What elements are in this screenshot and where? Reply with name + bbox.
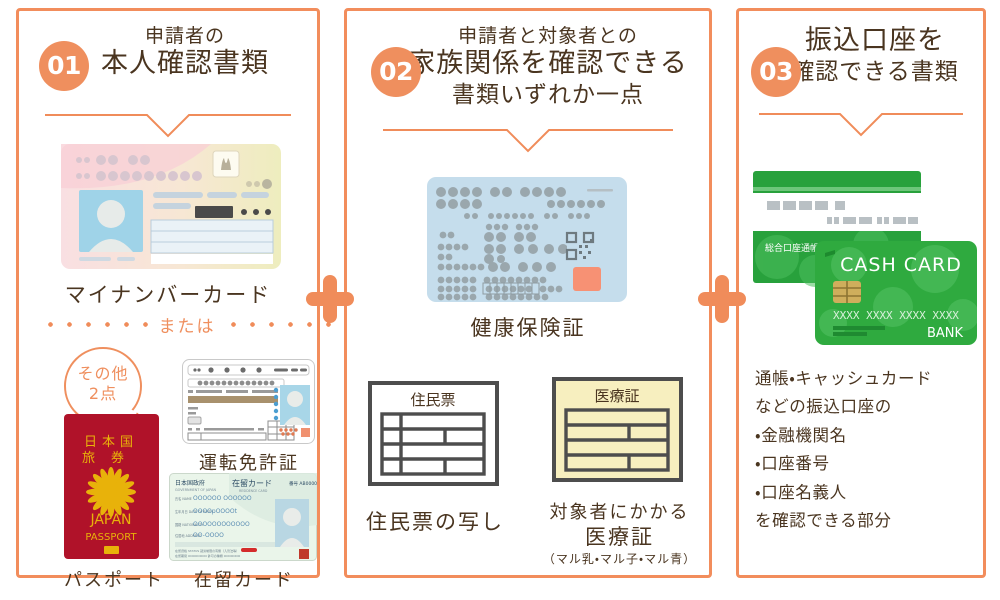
qr-code-icon [565,231,595,261]
residence-card-label: 在留カード [194,570,294,591]
bank-note-3: ・口座番号 [755,454,830,474]
cash-card: CASH CARD XXXX XXXX XXXX XXXX BANK [815,241,977,345]
panel-identity-documents: 01 申請者の 本人確認書類 マイナンバーカード または その他 2点 日本国 … [16,8,333,591]
panel-3-divider-arrow [739,109,983,139]
bubble-line-1: その他 [77,364,129,383]
medical-certificate-label-line2: 医療証 [585,525,654,549]
residence-card-issuer: 日本国政府 [175,479,205,487]
health-insurance-card-art [427,177,627,302]
bank-note-1: などの振込口座の [755,397,892,417]
residence-certificate-art: 住民票 [368,381,499,486]
my-number-card-art [61,144,281,269]
plus-connector-1 [306,275,354,323]
svg-text:在留資格 STATUS 就労制限の有無（入管法等）: 在留資格 STATUS 就労制限の有無（入管法等） [175,548,239,553]
bank-note-4: ・口座名義人 [755,482,847,502]
panel-1-divider-arrow [19,110,317,140]
residence-card-art: 日本国政府 GOVERNMENT OF JAPAN 在留カード RESIDENC… [169,473,317,561]
medical-certificate-title: 医療証 [594,387,639,405]
passport-label: パスポート [64,570,164,591]
panel-1-step-badge: 01 [39,41,89,91]
panel-3-heading-line2: 確認できる書類 [791,58,959,85]
bankbook-label: 総合口座通帳 [765,242,819,254]
cash-card-bank: BANK [927,326,964,341]
panel-2-heading-line2: 家族関係を確認できる [408,48,688,80]
panel-family-relation-documents: 02 申請者と対象者との 家族関係を確認できる 書類いずれか一点 健康保険証 住… [344,8,712,578]
panel-3-step-badge: 03 [751,47,801,97]
svg-text:在留期間 OOOOOOOO 許可の種類 OOOOOOO: 在留期間 OOOOOOOO 許可の種類 OOOOOOO [175,553,241,558]
svg-text:OO-OOOO: OO-OOOO [193,532,224,539]
panel-2-heading-line1: 申請者と対象者との [458,25,638,47]
svg-text:番号 AB00000000CD: 番号 AB00000000CD [289,480,317,487]
svg-text:氏名 NAME: 氏名 NAME [175,496,192,501]
svg-text:旅券: 旅券 [82,451,140,466]
svg-text:OOOOOOOOOOOO: OOOOOOOOOOOO [193,521,250,528]
panel-1-header: 01 申請者の 本人確認書類 [19,25,317,91]
residence-card-title: 在留カード [232,478,272,488]
infographic-root: 01 申請者の 本人確認書類 マイナンバーカード または その他 2点 日本国 … [0,0,1000,600]
cash-card-number: XXXX XXXX XXXX XXXX [833,309,959,322]
panel-1-heading-line1: 申請者の [144,25,225,47]
bank-note-0: 通帳・キャッシュカード [755,369,933,388]
panel-bank-account-documents: 03 振込口座を 確認できる書類 総合口座通帳 CASH CARD XXXX X… [736,8,986,578]
svg-text:日本国: 日本国 [84,435,138,450]
panel-2-step-badge: 02 [371,47,421,97]
panel-2-divider-arrow [347,125,709,155]
chip-icon [833,281,861,303]
medical-certificate-art: 医療証 [552,377,683,482]
bank-account-notes: 通帳・キャッシュカード などの振込口座の ・金融機関名 ・口座番号 ・口座名義人… [755,365,987,535]
cash-card-title: CASH CARD [840,254,962,276]
panel-1-heading-line2: 本人確認書類 [101,48,269,80]
or-divider-label: または [158,316,216,337]
drivers-license-art [182,359,315,444]
medical-certificate-label-line3: （マル乳・マル子・マル青） [542,552,697,566]
bank-note-5: を確認できる部分 [755,510,892,530]
svg-text:RESIDENCE CARD: RESIDENCE CARD [239,489,268,493]
svg-text:PASSPORT: PASSPORT [85,532,137,543]
svg-text:OOOOOO OOOOOO: OOOOOO OOOOOO [193,495,252,502]
panel-2-heading-line3: 書類いずれか一点 [452,82,644,109]
panel-2-header: 02 申請者と対象者との 家族関係を確認できる 書類いずれか一点 [347,25,709,109]
or-divider-dots-left [41,321,151,327]
plus-connector-2 [698,275,746,323]
bubble-line-2: 2点 [88,384,118,403]
residence-certificate-label: 住民票の写し [366,510,504,534]
my-number-card-label: マイナンバーカード [64,283,272,307]
svg-text:GOVERNMENT OF JAPAN: GOVERNMENT OF JAPAN [175,488,216,492]
bank-note-2: ・金融機関名 [755,425,847,445]
health-insurance-label: 健康保険証 [470,316,586,340]
or-divider: または [41,311,333,337]
passport-art: 日本国 旅券 JAPAN PASSPORT [64,414,159,559]
svg-text:OOOOpOOOOt: OOOOpOOOOt [193,508,238,515]
bankbook-and-cash-card-art: 総合口座通帳 CASH CARD XXXX XXXX XXXX XXXX BAN… [753,171,977,351]
svg-text:JAPAN: JAPAN [89,512,131,528]
panel-3-heading-line1: 振込口座を [804,25,945,56]
residence-certificate-title: 住民票 [410,391,455,409]
drivers-license-label: 運転免許証 [199,453,299,474]
panel-3-header: 03 振込口座を 確認できる書類 [739,25,983,97]
